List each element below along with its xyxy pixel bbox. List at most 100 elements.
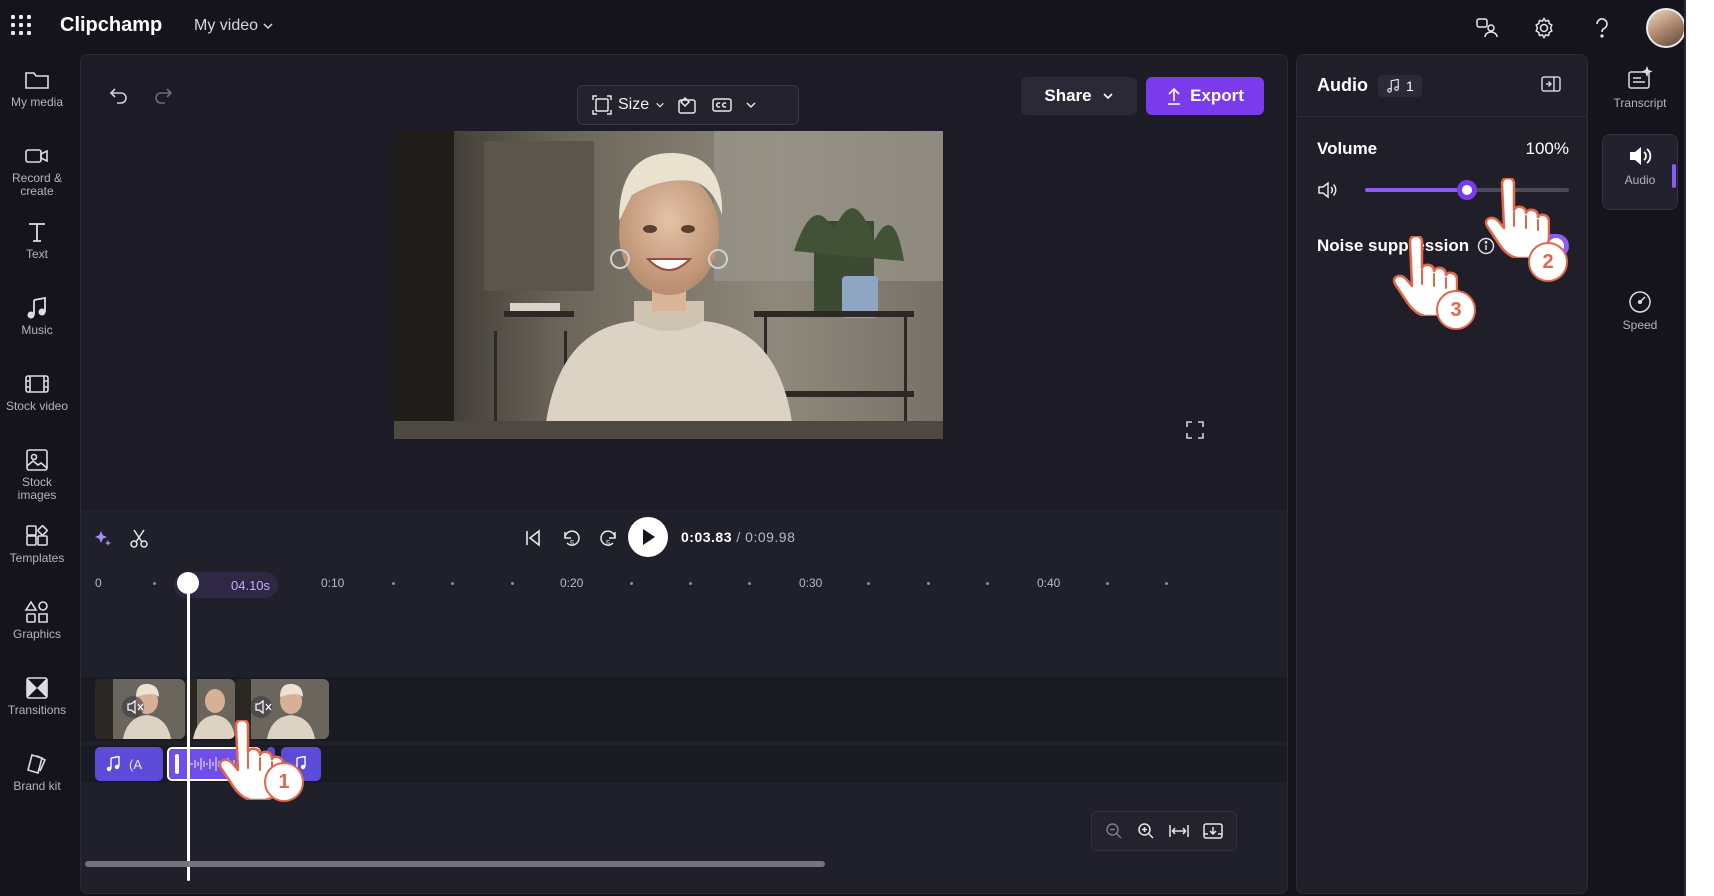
volume-slider-thumb[interactable] — [1457, 180, 1477, 200]
export-button[interactable]: Export — [1146, 77, 1264, 115]
captions-icon[interactable] — [711, 95, 733, 115]
forward-5-icon[interactable]: 5 — [597, 528, 619, 555]
playhead-line[interactable] — [187, 575, 190, 881]
video-camera-icon — [25, 149, 48, 163]
help-icon[interactable] — [1588, 14, 1616, 42]
chevron-down-icon — [263, 23, 273, 30]
speaker-icon — [1318, 181, 1337, 199]
share-button[interactable]: Share — [1021, 77, 1137, 115]
magic-sparkle-icon[interactable] — [93, 528, 113, 553]
zoom-out-icon[interactable] — [1105, 822, 1123, 840]
tick-dot — [392, 582, 395, 585]
export-label: Export — [1190, 86, 1244, 105]
rail-item-transitions[interactable]: Transitions — [0, 666, 74, 742]
transcript-icon — [1628, 66, 1653, 89]
templates-icon — [26, 525, 48, 546]
timeline-horizontal-scrollbar[interactable] — [85, 861, 825, 867]
app-launcher-icon[interactable] — [11, 15, 31, 35]
svg-text:5: 5 — [570, 539, 575, 548]
video-preview[interactable] — [394, 131, 943, 439]
rewind-5-icon[interactable]: 5 — [561, 528, 583, 555]
volume-slider-fill — [1365, 188, 1467, 192]
rail-item-graphics[interactable]: Graphics — [0, 590, 74, 666]
side-tab-audio[interactable]: Audio — [1602, 134, 1678, 210]
play-button[interactable] — [628, 517, 668, 557]
rail-label: My media — [10, 95, 63, 109]
audio-clip-label: (A — [129, 756, 142, 772]
rail-label: Stock images — [17, 475, 57, 502]
skip-to-start-icon[interactable] — [523, 528, 543, 553]
transitions-icon — [26, 677, 48, 699]
side-tab-label: Speed — [1622, 318, 1658, 332]
rail-item-my-media[interactable]: My media — [0, 58, 74, 134]
tick-label: 0:10 — [321, 576, 345, 590]
rail-item-templates[interactable]: Templates — [0, 514, 74, 590]
redo-icon[interactable] — [153, 85, 173, 110]
tick-dot — [1165, 582, 1168, 585]
side-tab-speed[interactable]: Speed — [1602, 280, 1678, 356]
tick-label: 0 — [95, 576, 102, 590]
split-scissors-icon[interactable] — [129, 528, 149, 553]
tick-label: 0:20 — [560, 576, 584, 590]
tick-label: 0:40 — [1037, 576, 1061, 590]
chevron-down-icon — [1103, 93, 1113, 100]
share-feedback-icon[interactable] — [1472, 14, 1500, 42]
playback-time: 0:03.83 / 0:09.98 — [681, 529, 795, 545]
tick-dot — [511, 582, 514, 585]
rail-item-brand-kit[interactable]: Brand kit — [0, 742, 74, 818]
chevron-down-icon[interactable] — [745, 99, 757, 111]
image-icon — [26, 449, 48, 471]
settings-gear-icon[interactable] — [1530, 14, 1558, 42]
tick-dot — [748, 582, 751, 585]
time-separator: / — [731, 529, 746, 545]
app-name: Clipchamp — [60, 14, 163, 36]
window-background — [1686, 0, 1714, 896]
rail-label: Record & create — [11, 171, 63, 198]
size-button[interactable]: Size — [592, 95, 665, 115]
zoom-in-icon[interactable] — [1137, 822, 1155, 840]
rail-item-stock-video[interactable]: Stock video — [0, 362, 74, 438]
step-badge-2: 2 — [1528, 242, 1568, 282]
current-time: 0:03.83 — [681, 529, 732, 545]
speaker-icon — [1630, 147, 1652, 165]
user-avatar[interactable] — [1646, 8, 1686, 48]
playhead-time: 04.10s — [231, 578, 271, 593]
collapse-panel-icon[interactable] — [1541, 75, 1561, 98]
tick-dot — [689, 582, 692, 585]
play-icon — [643, 529, 655, 545]
undo-icon[interactable] — [109, 85, 129, 110]
folder-icon — [25, 72, 49, 89]
timeline-ruler[interactable]: 0 0:10 0:20 0:30 0:40 04.10s — [81, 568, 1287, 598]
playback-controls: 5 5 0:03.83 / 0:09.98 — [81, 510, 1287, 568]
side-tab-transcript[interactable]: Transcript — [1602, 58, 1678, 134]
svg-text:5: 5 — [606, 539, 611, 548]
rail-item-music[interactable]: Music — [0, 286, 74, 362]
project-title-dropdown[interactable]: My video — [194, 17, 274, 35]
expand-timeline-icon[interactable] — [1203, 822, 1223, 840]
properties-side-rail: Transcript Audio Speed — [1594, 58, 1686, 356]
tick-dot — [867, 582, 870, 585]
speedometer-icon — [1629, 291, 1651, 313]
rail-label: Templates — [9, 551, 65, 565]
rail-label: Stock video — [5, 399, 69, 413]
left-navigation-rail: My media Record & create Text Music Stoc… — [0, 58, 74, 818]
clip-trim-handle-left[interactable] — [175, 754, 179, 774]
rail-label: Graphics — [12, 627, 62, 641]
rail-item-stock-images[interactable]: Stock images — [0, 438, 74, 514]
music-note-icon — [106, 756, 120, 772]
music-note-icon — [1387, 78, 1399, 93]
volume-value: 100% — [1525, 139, 1569, 158]
tick-label: 0:30 — [799, 576, 823, 590]
audio-panel-title: Audio — [1317, 75, 1368, 95]
side-tab-fade[interactable] — [1602, 210, 1678, 286]
background-fill-icon[interactable] — [677, 95, 699, 115]
rail-item-text[interactable]: Text — [0, 210, 74, 286]
tick-dot — [153, 582, 156, 585]
audio-track-count: 1 — [1406, 77, 1414, 94]
shapes-icon — [24, 600, 48, 623]
audio-clip[interactable]: (A — [95, 747, 163, 781]
rail-item-record-create[interactable]: Record & create — [0, 134, 74, 210]
video-clip[interactable] — [95, 679, 185, 739]
fullscreen-icon[interactable] — [1186, 421, 1204, 444]
fit-to-width-icon[interactable] — [1169, 822, 1189, 840]
